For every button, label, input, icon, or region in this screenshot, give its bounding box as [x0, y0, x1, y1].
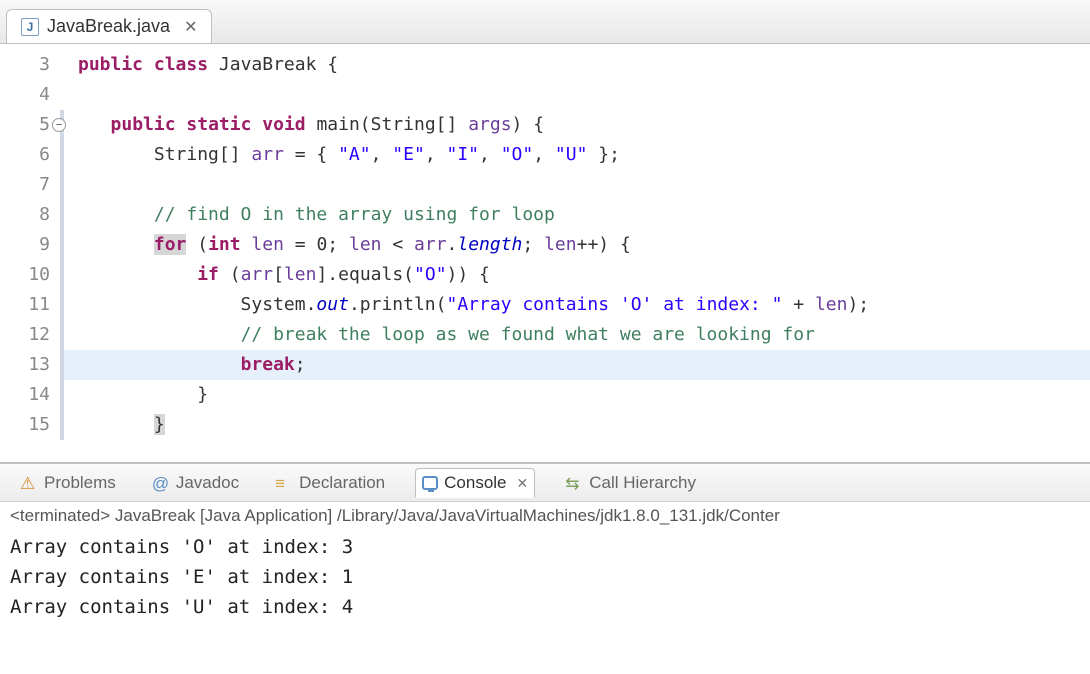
tab-label: Declaration — [299, 473, 385, 493]
line-number: 14 — [0, 380, 60, 410]
line-number: 9 — [0, 230, 60, 260]
tab-declaration[interactable]: Declaration — [269, 469, 391, 497]
editor-tab-bar: J JavaBreak.java ✕ — [0, 0, 1090, 44]
code-line[interactable]: // find O in the array using for loop — [60, 200, 1090, 230]
code-line[interactable]: // break the loop as we found what we ar… — [60, 320, 1090, 350]
line-number: 7 — [0, 170, 60, 200]
tab-label: Console — [444, 473, 506, 493]
code-line[interactable]: } — [60, 410, 1090, 440]
close-icon[interactable]: ✕ — [184, 17, 197, 37]
view-tabs: Problems Javadoc Declaration Console ✕ C… — [0, 464, 1090, 502]
warning-icon — [20, 474, 38, 492]
java-file-icon: J — [21, 18, 39, 36]
line-number: 8 — [0, 200, 60, 230]
tab-console[interactable]: Console ✕ — [415, 468, 535, 498]
tab-call-hierarchy[interactable]: Call Hierarchy — [559, 469, 702, 497]
tab-javadoc[interactable]: Javadoc — [146, 469, 245, 497]
line-number-gutter: 345−6789101112131415 — [0, 44, 60, 462]
console-line: Array contains 'U' at index: 4 — [10, 592, 1080, 622]
console-icon — [422, 476, 438, 490]
code-line[interactable] — [60, 170, 1090, 200]
line-number: 4 — [0, 80, 60, 110]
at-icon — [152, 474, 170, 492]
tab-label: Javadoc — [176, 473, 239, 493]
console-line: Array contains 'E' at index: 1 — [10, 562, 1080, 592]
console-output[interactable]: Array contains 'O' at index: 3Array cont… — [0, 530, 1090, 674]
code-line[interactable] — [78, 80, 1090, 110]
line-number: 13 — [0, 350, 60, 380]
close-icon[interactable]: ✕ — [517, 475, 529, 492]
hierarchy-icon — [565, 474, 583, 492]
line-number: 5− — [0, 110, 60, 140]
code-line[interactable]: if (arr[len].equals("O")) { — [60, 260, 1090, 290]
console-line: Array contains 'O' at index: 3 — [10, 532, 1080, 562]
line-number: 10 — [0, 260, 60, 290]
line-number: 12 — [0, 320, 60, 350]
code-line[interactable]: public static void main(String[] args) { — [60, 110, 1090, 140]
line-number: 6 — [0, 140, 60, 170]
file-tab[interactable]: J JavaBreak.java ✕ — [6, 9, 212, 43]
line-number: 3 — [0, 50, 60, 80]
declaration-icon — [275, 474, 293, 492]
line-number: 11 — [0, 290, 60, 320]
file-tab-label: JavaBreak.java — [47, 16, 170, 37]
console-header: <terminated> JavaBreak [Java Application… — [0, 502, 1090, 530]
bottom-pane: Problems Javadoc Declaration Console ✕ C… — [0, 464, 1090, 674]
code-line[interactable]: String[] arr = { "A", "E", "I", "O", "U"… — [60, 140, 1090, 170]
code-lines[interactable]: public class JavaBreak { public static v… — [60, 44, 1090, 462]
code-line[interactable]: } — [60, 380, 1090, 410]
fold-minus-icon[interactable]: − — [52, 118, 66, 132]
tab-label: Problems — [44, 473, 116, 493]
code-area[interactable]: 345−6789101112131415 public class JavaBr… — [0, 44, 1090, 462]
line-number: 15 — [0, 410, 60, 440]
tab-label: Call Hierarchy — [589, 473, 696, 493]
code-line[interactable]: System.out.println("Array contains 'O' a… — [60, 290, 1090, 320]
code-line[interactable]: for (int len = 0; len < arr.length; len+… — [60, 230, 1090, 260]
code-line[interactable]: break; — [60, 350, 1090, 380]
editor-pane: J JavaBreak.java ✕ 345−6789101112131415 … — [0, 0, 1090, 464]
tab-problems[interactable]: Problems — [14, 469, 122, 497]
code-line[interactable]: public class JavaBreak { — [78, 50, 1090, 80]
